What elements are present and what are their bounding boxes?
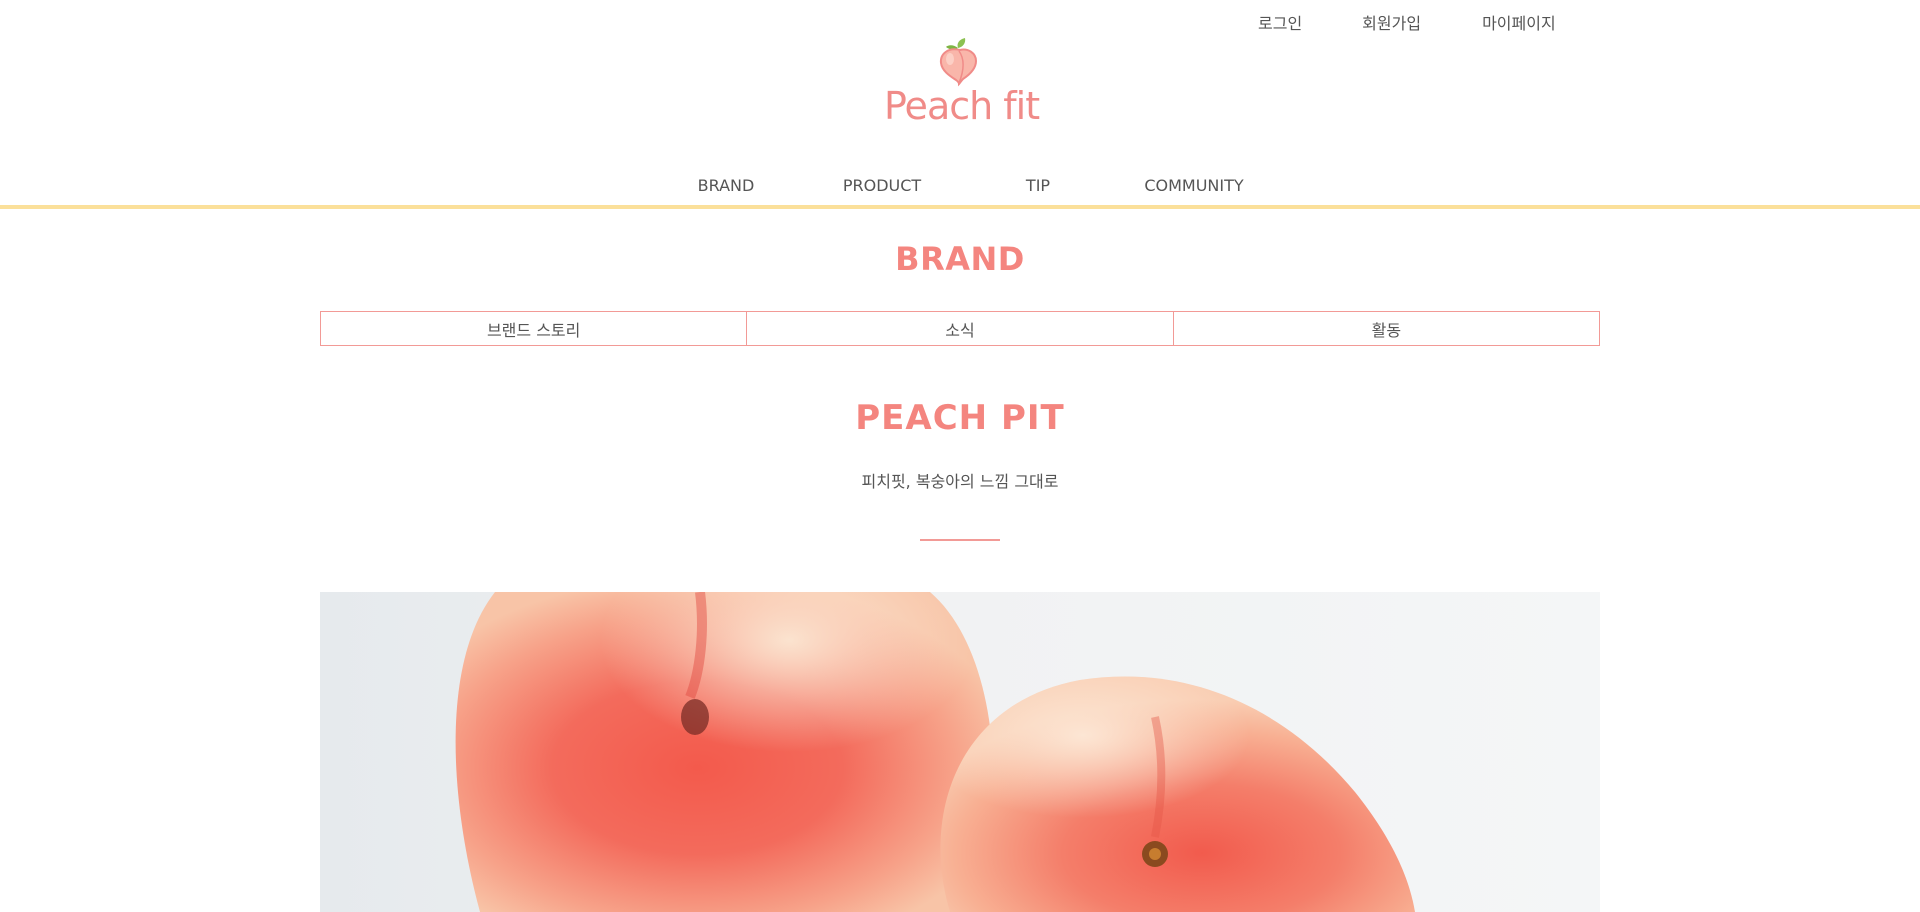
- tab-brand-story[interactable]: 브랜드 스토리: [321, 312, 746, 345]
- main-nav: BRAND PRODUCT TIP COMMUNITY: [0, 176, 1920, 200]
- logo[interactable]: Peach fit: [884, 38, 1040, 132]
- site-header: 로그인 회원가입 마이페이지 Peach fit BRAND PRODUCT T…: [0, 0, 1920, 209]
- peaches-photo: [320, 592, 1600, 912]
- content-subtitle: 피치핏, 복숭아의 느낌 그대로: [861, 472, 1059, 491]
- nav-item-tip[interactable]: TIP: [1026, 176, 1050, 195]
- login-link[interactable]: 로그인: [1258, 10, 1302, 33]
- tab-news[interactable]: 소식: [746, 312, 1172, 345]
- util-nav: 로그인 회원가입 마이페이지: [1258, 10, 1556, 33]
- nav-item-product[interactable]: PRODUCT: [843, 176, 921, 195]
- nav-item-community[interactable]: COMMUNITY: [1144, 176, 1243, 195]
- content-title: PEACH PIT: [855, 398, 1065, 438]
- brand-subtabs: 브랜드 스토리 소식 활동: [320, 311, 1600, 346]
- peach-icon: [939, 38, 978, 87]
- logo-text: Peach fit: [884, 84, 1040, 128]
- nav-item-brand[interactable]: BRAND: [698, 176, 755, 195]
- title-divider: [920, 539, 1000, 541]
- tab-activity[interactable]: 활동: [1172, 312, 1599, 345]
- join-link[interactable]: 회원가입: [1362, 10, 1421, 33]
- mypage-link[interactable]: 마이페이지: [1482, 10, 1556, 33]
- section-title: BRAND: [895, 240, 1025, 278]
- hero-image: [320, 592, 1600, 912]
